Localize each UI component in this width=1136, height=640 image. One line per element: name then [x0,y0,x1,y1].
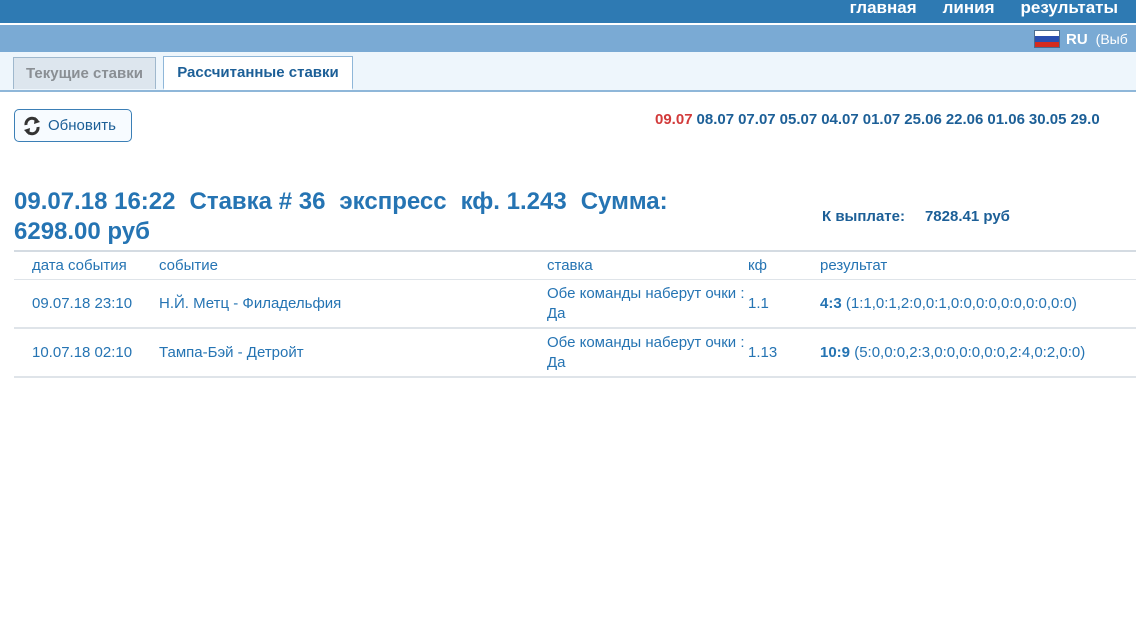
payout-value: 7828.41 руб [924,208,1010,225]
table-row: 09.07.18 23:10 Н.Й. Метц - Филадельфия О… [14,279,1136,329]
row-score: 4:3 [820,295,842,312]
language-code: RU [1066,30,1088,48]
nav-results-link[interactable]: результаты [995,0,1118,22]
date-link[interactable]: 01.06 [987,111,1025,128]
bet-number: Ставка # 36 [189,188,326,215]
tab-current-bets[interactable]: Текущие ставки [13,57,156,89]
row-bet: Обе команды наберут очки : Да [547,279,748,329]
row-date: 09.07.18 23:10 [14,279,159,329]
table-row: 10.07.18 02:10 Тампа-Бэй - Детройт Обе к… [14,328,1136,378]
date-link[interactable]: 22.06 [946,111,984,128]
date-link[interactable]: 05.07 [780,111,818,128]
bet-kf: кф. 1.243 [460,188,567,215]
date-link[interactable]: 25.06 [904,111,942,128]
row-bet: Обе команды наберут очки : Да [547,328,748,378]
row-kf: 1.13 [748,328,820,378]
header-result: результат [820,251,1136,280]
row-score-detail: (5:0,0:0,2:3,0:0,0:0,0:0,2:4,0:2,0:0) [854,344,1086,361]
bet-events-table: дата события событие ставка кф результат… [14,250,1136,378]
row-event: Н.Й. Метц - Филадельфия [159,279,547,329]
date-link[interactable]: 30.05 [1029,111,1067,128]
header-bet: ставка [547,251,748,280]
date-link[interactable]: 04.07 [821,111,859,128]
date-link[interactable]: 08.07 [697,111,735,128]
main-nav: главная линия результаты [824,0,1118,23]
payout: К выплате: 7828.41 руб [822,208,1010,225]
row-score: 10:9 [820,344,851,361]
bets-tabs: Текущие ставки Рассчитанные ставки [0,52,1136,92]
language-select-link[interactable]: (Выб [1096,31,1128,47]
refresh-button[interactable]: Обновить [14,109,132,142]
bet-title: 09.07.18 16:22 Ставка # 36 экспресс кф. 1.2… [14,187,774,247]
date-link-active[interactable]: 09.07 [655,111,693,128]
row-event: Тампа-Бэй - Детройт [159,328,547,378]
nav-home-link[interactable]: главная [824,0,917,22]
language-bar: RU (Выб [0,25,1136,52]
date-link[interactable]: 07.07 [738,111,776,128]
bet-sum-value: 6298.00 руб [14,218,150,245]
language-selector[interactable]: RU (Выб [1034,29,1128,49]
nav-line-link[interactable]: линия [917,0,995,22]
refresh-label: Обновить [48,117,116,134]
row-kf: 1.1 [748,279,820,329]
date-link[interactable]: 29.0 [1070,111,1099,128]
date-link[interactable]: 01.07 [863,111,901,128]
bet-type: экспресс [339,188,447,215]
row-score-detail: (1:1,0:1,2:0,0:1,0:0,0:0,0:0,0:0,0:0) [845,295,1077,312]
header-kf: кф [748,251,820,280]
date-filter-list: 09.07 08.07 07.07 05.07 04.07 01.07 25.06 22.06… [655,111,1104,128]
russia-flag-icon [1034,30,1060,48]
table-header-row: дата события событие ставка кф результат [14,251,1136,280]
payout-label: К выплате: [822,208,905,225]
row-result: 10:9 (5:0,0:0,2:3,0:0,0:0,0:0,2:4,0:2,0:… [820,328,1136,378]
bet-datetime: 09.07.18 16:22 [14,188,176,215]
top-nav-bar: главная линия результаты [0,0,1136,23]
header-event: событие [159,251,547,280]
header-event-date: дата события [14,251,159,280]
row-date: 10.07.18 02:10 [14,328,159,378]
refresh-icon [24,116,40,135]
tab-settled-bets[interactable]: Рассчитанные ставки [163,56,353,90]
row-result: 4:3 (1:1,0:1,2:0,0:1,0:0,0:0,0:0,0:0,0:0… [820,279,1136,329]
bet-sum-label: Сумма: [580,188,668,215]
